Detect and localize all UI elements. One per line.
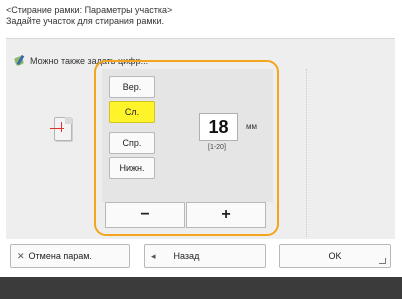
divider bbox=[306, 69, 307, 237]
back-arrow-icon: ◂ bbox=[151, 250, 156, 261]
value-field[interactable]: 18 bbox=[199, 113, 238, 141]
back-button[interactable]: ◂ Назад bbox=[144, 244, 266, 268]
option-left-button[interactable]: Сл. bbox=[109, 101, 155, 123]
edit-leaf-icon bbox=[13, 54, 26, 67]
decrement-button[interactable]: − bbox=[105, 202, 185, 228]
bottom-status-bar bbox=[0, 277, 402, 299]
unit-label: мм bbox=[246, 122, 257, 131]
back-label: Назад bbox=[173, 251, 200, 261]
close-icon: ✕ bbox=[17, 250, 25, 261]
range-label: [1-20] bbox=[208, 144, 226, 151]
page-title: <Стирание рамки: Параметры участка> bbox=[6, 5, 173, 15]
option-bottom-button[interactable]: Нижн. bbox=[109, 157, 155, 179]
option-top-button[interactable]: Вер. bbox=[109, 76, 155, 98]
page-header: <Стирание рамки: Параметры участка> Зада… bbox=[6, 5, 396, 27]
ok-button[interactable]: OK bbox=[279, 244, 391, 268]
increment-button[interactable]: + bbox=[186, 202, 266, 228]
reset-button[interactable]: ✕ Отмена парам. bbox=[10, 244, 130, 268]
reset-label: Отмена парам. bbox=[28, 251, 92, 261]
ok-label: OK bbox=[328, 251, 342, 261]
option-right-button[interactable]: Спр. bbox=[109, 132, 155, 154]
page-subtitle: Задайте участок для стирания рамки. bbox=[6, 16, 164, 26]
enter-corner-icon bbox=[379, 258, 386, 264]
document-erase-icon bbox=[50, 115, 74, 143]
